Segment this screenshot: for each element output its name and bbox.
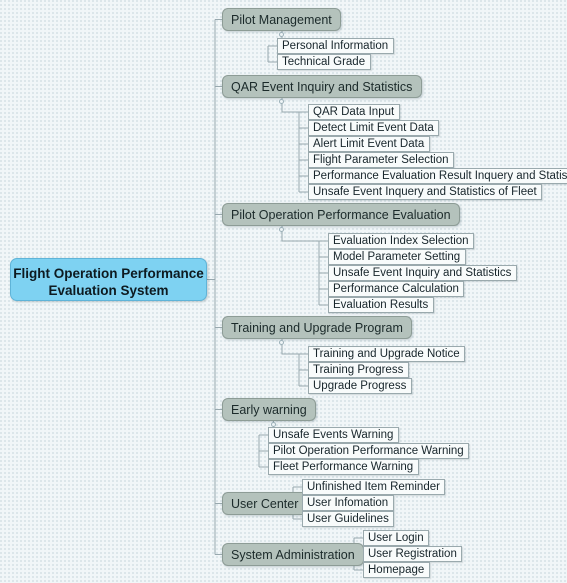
branch-node-5[interactable]: User Center: [222, 492, 308, 515]
leaf-label: Pilot Operation Performance Warning: [273, 445, 464, 457]
leaf-label: User Infomation: [307, 497, 389, 509]
leaf-node-6-1[interactable]: User Registration: [363, 546, 462, 562]
root-title-line2: Evaluation System: [48, 283, 169, 298]
leaf-node-2-4[interactable]: Evaluation Results: [328, 297, 434, 313]
collapse-handle-0[interactable]: [279, 32, 284, 37]
leaf-node-1-4[interactable]: Performance Evaluation Result Inquery an…: [308, 168, 567, 184]
leaf-node-4-2[interactable]: Fleet Performance Warning: [268, 459, 419, 475]
leaf-label: Performance Calculation: [333, 283, 459, 295]
leaf-node-4-0[interactable]: Unsafe Events Warning: [268, 427, 399, 443]
root-title-line1: Flight Operation Performance: [13, 266, 204, 281]
leaf-node-3-0[interactable]: Training and Upgrade Notice: [308, 346, 465, 362]
leaf-label: Evaluation Index Selection: [333, 235, 469, 247]
leaf-label: Upgrade Progress: [313, 380, 407, 392]
leaf-label: Unsafe Event Inquiry and Statistics: [333, 267, 512, 279]
collapse-handle-1[interactable]: [279, 99, 284, 104]
leaf-label: Detect Limit Event Data: [313, 122, 434, 134]
leaf-label: Unsafe Events Warning: [273, 429, 394, 441]
branch-node-6[interactable]: System Administration: [222, 543, 364, 566]
leaf-node-1-3[interactable]: Flight Parameter Selection: [308, 152, 454, 168]
leaf-label: User Login: [368, 532, 424, 544]
leaf-label: User Registration: [368, 548, 457, 560]
collapse-handle-3[interactable]: [279, 340, 284, 345]
leaf-node-1-0[interactable]: QAR Data Input: [308, 104, 400, 120]
leaf-label: Training Progress: [313, 364, 404, 376]
leaf-label: Alert Limit Event Data: [313, 138, 425, 150]
leaf-node-3-2[interactable]: Upgrade Progress: [308, 378, 412, 394]
leaf-node-6-0[interactable]: User Login: [363, 530, 429, 546]
leaf-label: Fleet Performance Warning: [273, 461, 414, 473]
leaf-node-0-0[interactable]: Personal Information: [277, 38, 394, 54]
leaf-node-3-1[interactable]: Training Progress: [308, 362, 409, 378]
leaf-label: Technical Grade: [282, 56, 366, 68]
leaf-node-1-1[interactable]: Detect Limit Event Data: [308, 120, 439, 136]
leaf-label: User Guidelines: [307, 513, 389, 525]
branch-label: Pilot Operation Performance Evaluation: [231, 208, 451, 222]
leaf-label: Flight Parameter Selection: [313, 154, 449, 166]
leaf-label: Training and Upgrade Notice: [313, 348, 460, 360]
leaf-node-2-2[interactable]: Unsafe Event Inquiry and Statistics: [328, 265, 517, 281]
leaf-node-0-1[interactable]: Technical Grade: [277, 54, 371, 70]
branch-label: Pilot Management: [231, 13, 332, 27]
branch-label: System Administration: [231, 548, 355, 562]
branch-label: Early warning: [231, 403, 307, 417]
branch-label: QAR Event Inquiry and Statistics: [231, 80, 413, 94]
leaf-node-2-1[interactable]: Model Parameter Setting: [328, 249, 466, 265]
leaf-node-5-2[interactable]: User Guidelines: [302, 511, 394, 527]
leaf-node-2-0[interactable]: Evaluation Index Selection: [328, 233, 474, 249]
collapse-handle-2[interactable]: [279, 227, 284, 232]
leaf-label: Evaluation Results: [333, 299, 429, 311]
leaf-label: Unfinished Item Reminder: [307, 481, 440, 493]
leaf-node-5-0[interactable]: Unfinished Item Reminder: [302, 479, 445, 495]
branch-label: User Center: [231, 497, 299, 511]
leaf-label: Homepage: [368, 564, 425, 576]
leaf-node-5-1[interactable]: User Infomation: [302, 495, 394, 511]
root-node[interactable]: Flight Operation Performance Evaluation S…: [10, 258, 207, 301]
branch-node-2[interactable]: Pilot Operation Performance Evaluation: [222, 203, 460, 226]
leaf-label: Performance Evaluation Result Inquery an…: [313, 170, 567, 182]
leaf-node-1-5[interactable]: Unsafe Event Inquery and Statistics of F…: [308, 184, 542, 200]
branch-node-1[interactable]: QAR Event Inquiry and Statistics: [222, 75, 422, 98]
leaf-label: Model Parameter Setting: [333, 251, 461, 263]
leaf-label: QAR Data Input: [313, 106, 395, 118]
leaf-node-6-2[interactable]: Homepage: [363, 562, 430, 578]
leaf-node-2-3[interactable]: Performance Calculation: [328, 281, 464, 297]
branch-node-4[interactable]: Early warning: [222, 398, 316, 421]
leaf-label: Unsafe Event Inquery and Statistics of F…: [313, 186, 537, 198]
branch-node-0[interactable]: Pilot Management: [222, 8, 341, 31]
branch-node-3[interactable]: Training and Upgrade Program: [222, 316, 412, 339]
leaf-node-4-1[interactable]: Pilot Operation Performance Warning: [268, 443, 469, 459]
branch-label: Training and Upgrade Program: [231, 321, 403, 335]
leaf-node-1-2[interactable]: Alert Limit Event Data: [308, 136, 430, 152]
leaf-label: Personal Information: [282, 40, 389, 52]
